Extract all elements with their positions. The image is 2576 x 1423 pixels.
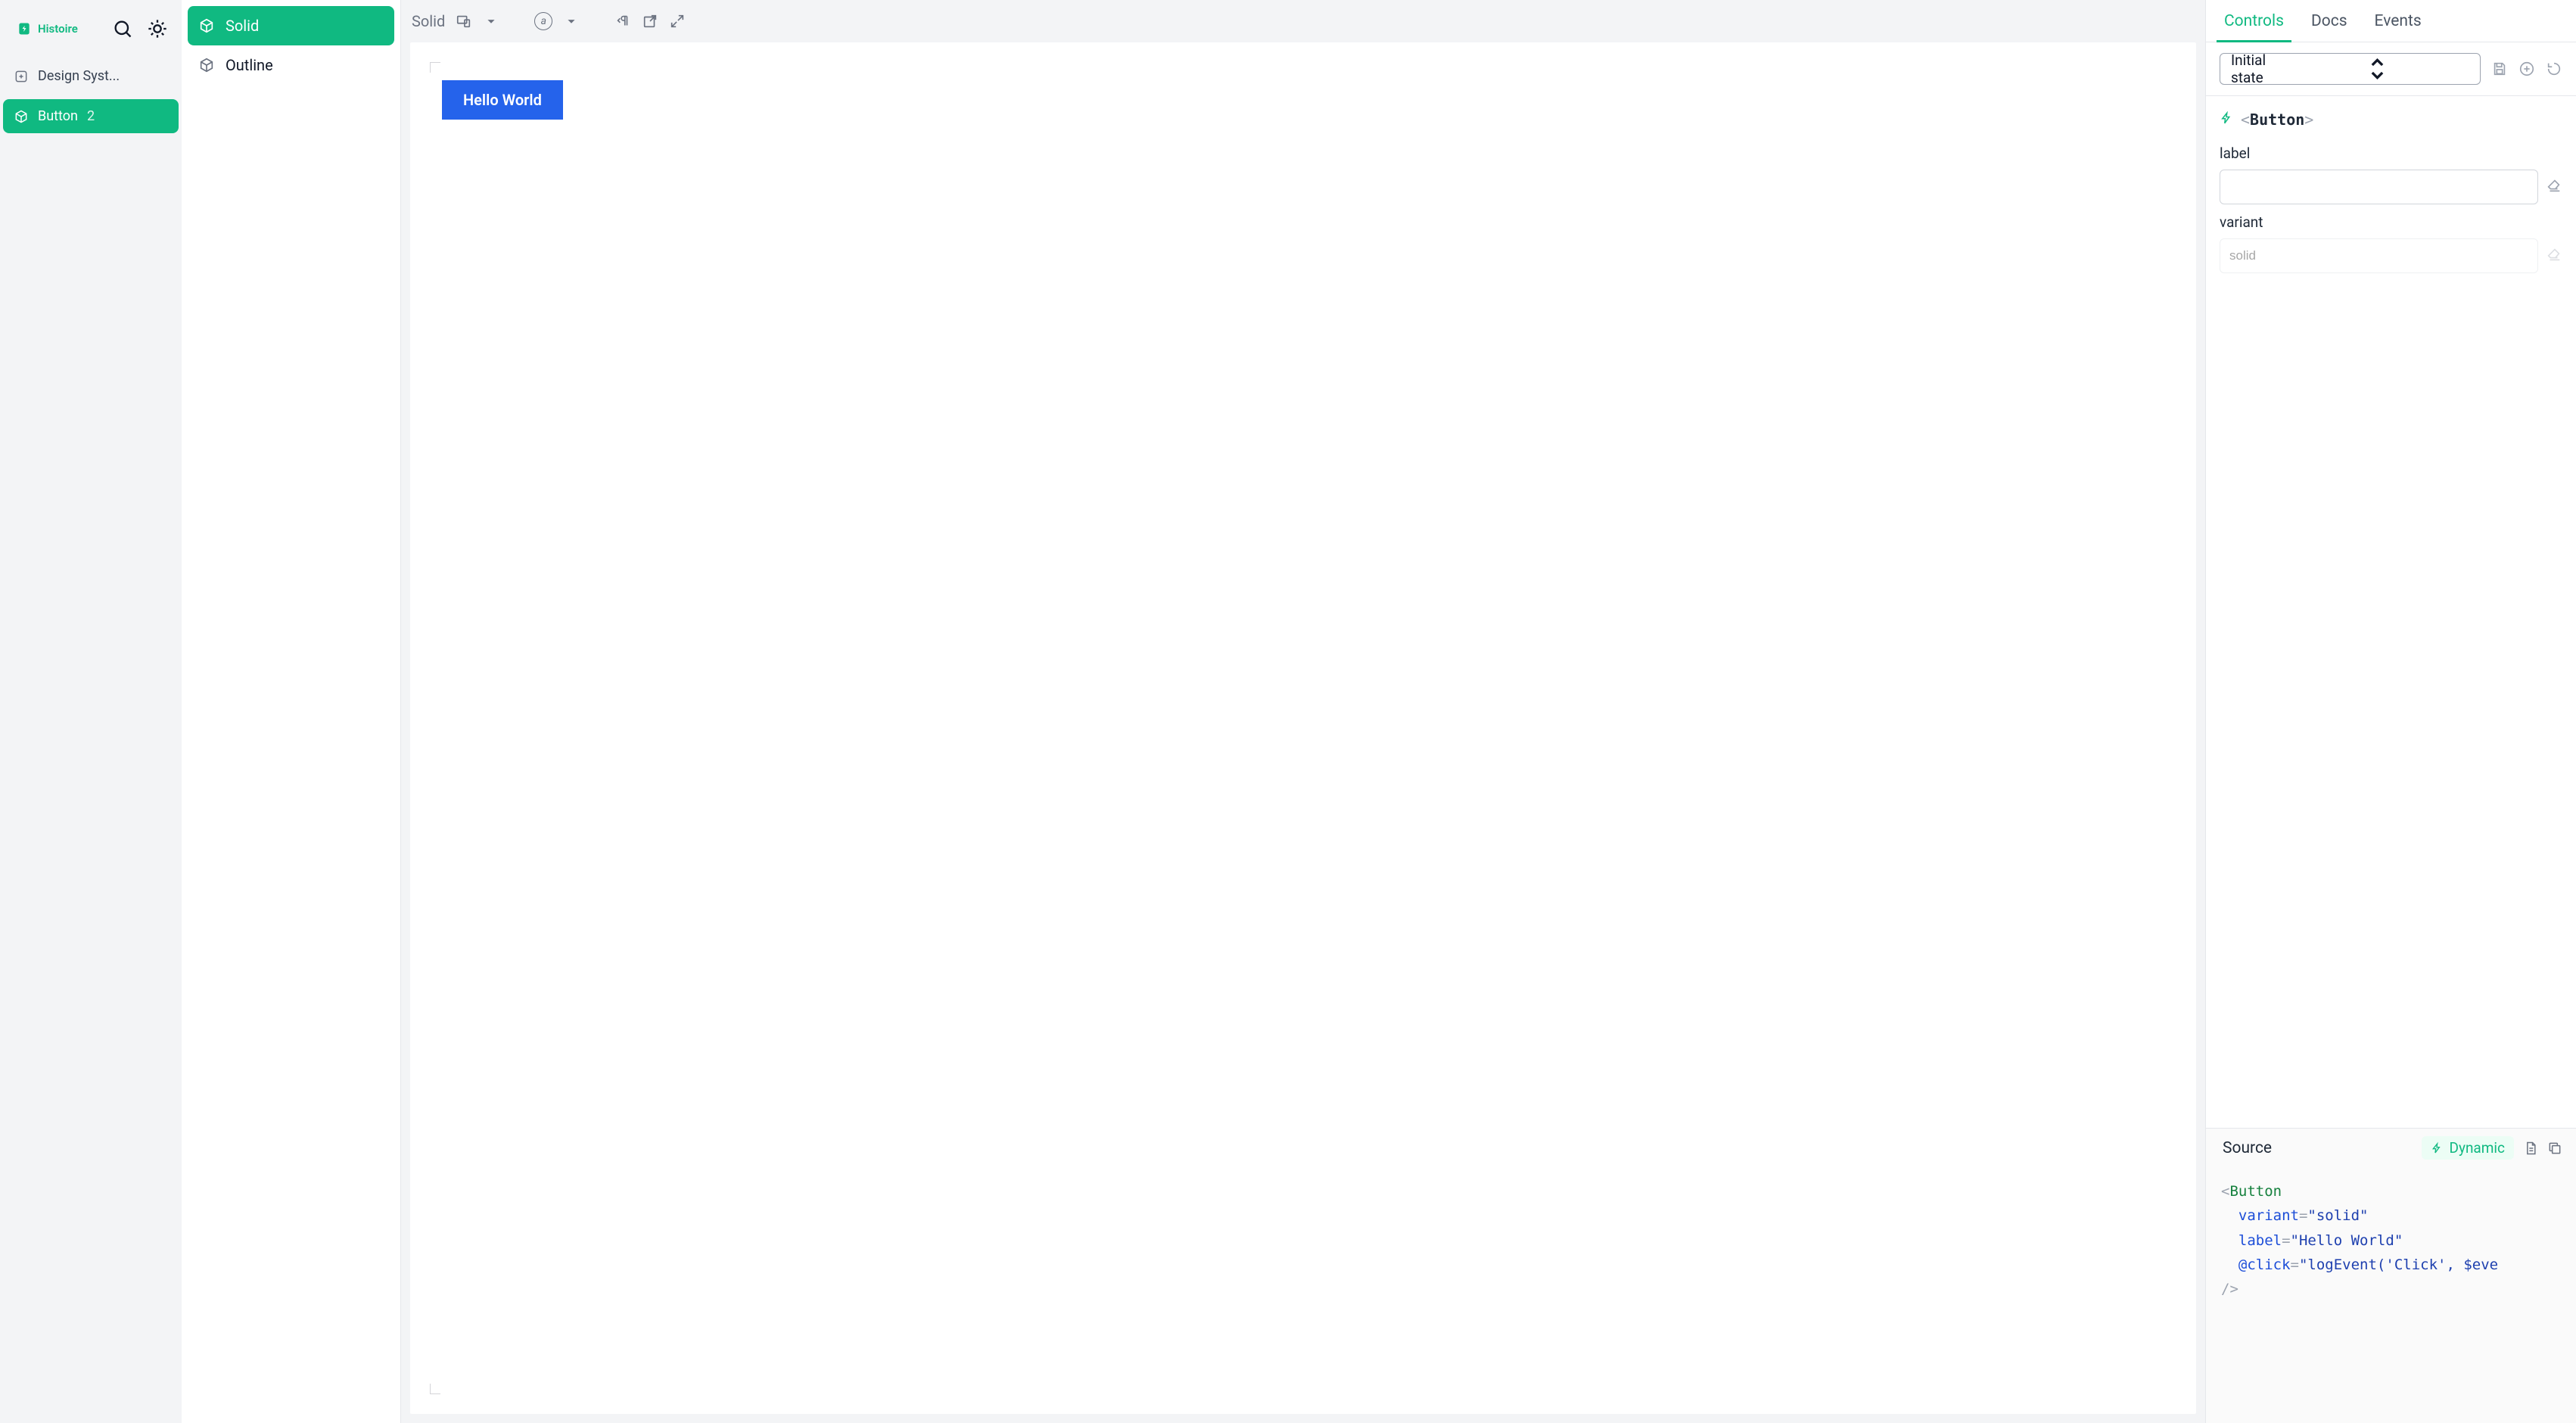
eraser-icon[interactable] <box>2546 177 2562 197</box>
dynamic-toggle[interactable]: Dynamic <box>2422 1136 2514 1160</box>
frame-corner-bl <box>430 1384 440 1394</box>
tab-events[interactable]: Events <box>2375 0 2422 42</box>
file-icon[interactable] <box>2523 1141 2538 1156</box>
tree-group-design-system[interactable]: Design Syst... <box>3 59 179 93</box>
text-direction-icon[interactable]: a <box>534 12 552 30</box>
frame-corner-tl <box>430 62 440 73</box>
chevron-down-icon[interactable] <box>563 13 580 30</box>
tree-group-label: Design Syst... <box>38 68 120 84</box>
state-select[interactable]: Initial state <box>2220 53 2481 85</box>
state-select-value: Initial state <box>2231 51 2285 86</box>
control-field-variant: variant <box>2206 204 2576 273</box>
search-icon[interactable] <box>112 18 133 39</box>
theme-toggle-icon[interactable] <box>147 18 168 39</box>
control-label: variant <box>2220 213 2562 231</box>
responsive-icon[interactable] <box>456 13 472 30</box>
eraser-icon[interactable] <box>2546 246 2562 266</box>
open-new-window-icon[interactable] <box>642 13 658 30</box>
variant-label: Solid <box>226 17 259 35</box>
chevron-down-icon[interactable] <box>483 13 499 30</box>
tree-story-count: 2 <box>87 108 95 124</box>
control-label: label <box>2220 145 2562 162</box>
histoire-logo-icon <box>17 21 32 36</box>
right-panel: Controls Docs Events Initial state <Butt… <box>2205 0 2576 1423</box>
save-icon[interactable] <box>2491 61 2508 77</box>
copy-icon[interactable] <box>2547 1141 2562 1156</box>
control-field-label: label <box>2206 135 2576 204</box>
current-variant-name: Solid <box>412 12 445 30</box>
preview-frame: Hello World <box>410 42 2196 1414</box>
variant-item-solid[interactable]: Solid <box>188 6 394 45</box>
tab-docs[interactable]: Docs <box>2311 0 2347 42</box>
source-title: Source <box>2223 1139 2272 1157</box>
dynamic-label: Dynamic <box>2449 1139 2505 1157</box>
source-panel: Source Dynamic <Button variant="solid" l… <box>2206 1128 2576 1423</box>
brand-name: Histoire <box>38 22 78 36</box>
plus-square-icon <box>14 69 29 84</box>
panel-tabs: Controls Docs Events <box>2206 0 2576 42</box>
brand-logo[interactable]: Histoire <box>17 21 78 36</box>
preview-toolbar: Solid a <box>401 0 2205 42</box>
variant-label: Outline <box>226 56 273 74</box>
cube-icon <box>14 109 29 124</box>
component-name-text: Button <box>2250 111 2304 129</box>
preview-column: Solid a Hell <box>401 0 2205 1423</box>
variants-sidebar: Solid Outline <box>182 0 401 1423</box>
paragraph-rtl-icon[interactable] <box>614 13 631 30</box>
reset-state-icon[interactable] <box>2546 61 2562 77</box>
expand-code-icon[interactable] <box>669 13 686 30</box>
select-chevrons-icon <box>2285 54 2469 84</box>
primary-sidebar: Histoire Design Syst... <box>0 0 182 1423</box>
tab-controls[interactable]: Controls <box>2224 0 2284 42</box>
bolt-icon <box>2220 110 2233 129</box>
label-input[interactable] <box>2220 170 2538 204</box>
tree-story-label: Button <box>38 108 78 124</box>
variant-input[interactable] <box>2220 238 2538 273</box>
cube-icon <box>198 17 215 34</box>
tree-story-button[interactable]: Button 2 <box>3 99 179 133</box>
add-state-icon[interactable] <box>2518 61 2535 77</box>
source-code-block: <Button variant="solid" label="Hello Wor… <box>2206 1167 2576 1423</box>
variant-item-outline[interactable]: Outline <box>188 45 394 85</box>
bolt-icon <box>2431 1141 2443 1155</box>
preview-demo-button[interactable]: Hello World <box>442 80 563 120</box>
component-heading: <Button> <box>2206 96 2576 135</box>
cube-outline-icon <box>198 57 215 73</box>
